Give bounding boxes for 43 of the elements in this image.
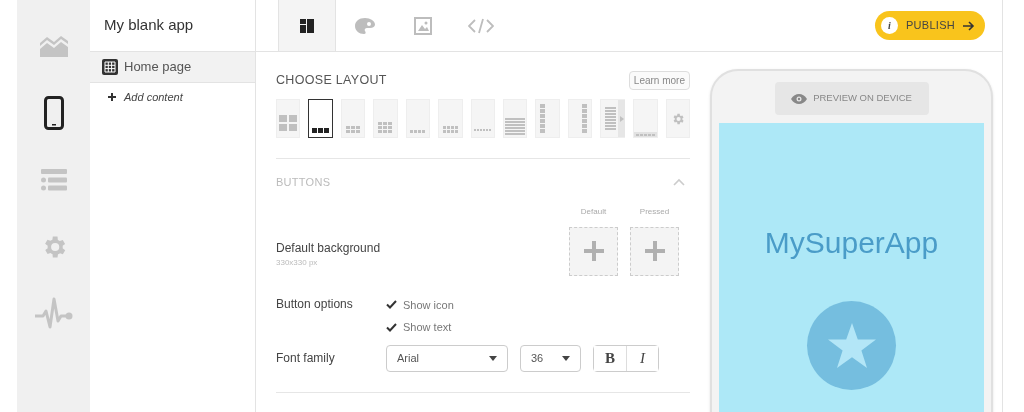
field-label: Font family xyxy=(276,350,336,367)
chart-icon xyxy=(39,34,68,57)
info-icon: i xyxy=(881,17,898,34)
option-checkbox[interactable]: Show text xyxy=(386,319,454,336)
field-label: Default background xyxy=(276,239,382,257)
plus-icon xyxy=(583,241,604,261)
add-content-link[interactable]: Add content xyxy=(90,83,255,111)
list-icon xyxy=(40,168,67,191)
plus-icon xyxy=(644,241,665,261)
font-family-select[interactable]: Arial xyxy=(386,344,508,372)
italic-toggle[interactable]: I xyxy=(626,345,658,371)
slot-label: Default xyxy=(580,205,607,218)
caret-icon xyxy=(489,355,497,361)
slot-label: Pressed xyxy=(639,205,670,218)
checkmark-icon xyxy=(386,300,397,310)
option-checkbox[interactable]: Show icon xyxy=(386,296,454,313)
plus-icon xyxy=(108,93,116,101)
grid-icon xyxy=(102,59,118,75)
layout-icon xyxy=(300,18,314,33)
font-size-select[interactable]: 36 xyxy=(520,344,581,372)
pulse-icon xyxy=(34,296,73,331)
editor-tab[interactable] xyxy=(278,0,336,51)
image-upload-slot[interactable] xyxy=(569,226,618,276)
chevron-up-icon[interactable] xyxy=(673,178,685,187)
section-title: BUTTONS xyxy=(276,175,331,190)
section-title: CHOOSE LAYOUT xyxy=(276,72,387,90)
code-icon xyxy=(468,17,494,34)
learn-more-button[interactable]: Learn more xyxy=(628,71,690,90)
caret-icon xyxy=(562,355,570,361)
image-icon xyxy=(414,16,432,35)
layout-option[interactable] xyxy=(308,99,333,138)
app-name: MySuperApp xyxy=(764,225,939,261)
field-label: Button options xyxy=(276,295,354,313)
publish-label: PUBLISH xyxy=(906,18,955,34)
page-item[interactable]: Home page xyxy=(90,52,255,83)
eye-icon xyxy=(791,93,808,104)
publish-button[interactable]: i PUBLISH xyxy=(875,11,985,40)
image-upload-slot[interactable] xyxy=(630,226,679,276)
phone-icon xyxy=(43,95,64,130)
arrow-right-icon xyxy=(963,20,975,31)
app-title: My blank app xyxy=(104,15,194,36)
palette-icon xyxy=(355,17,375,34)
checkmark-icon xyxy=(386,322,397,332)
